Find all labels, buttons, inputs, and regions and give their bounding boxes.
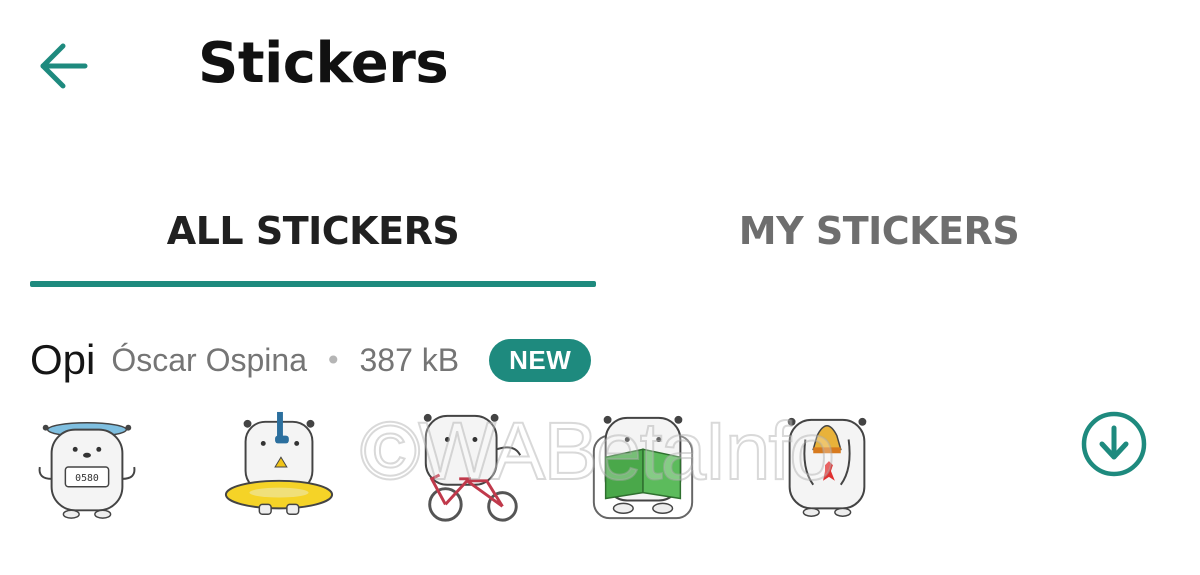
new-badge: NEW [489, 338, 592, 382]
tab-all-stickers[interactable]: ALL STICKERS [30, 175, 596, 287]
page-title: Stickers [198, 31, 449, 96]
tab-selected-indicator [30, 281, 596, 287]
sticker-bear-bell-ears [787, 417, 867, 517]
pack-size: 387 kB [359, 341, 460, 378]
tab-my-stickers[interactable]: MY STICKERS [596, 175, 1162, 287]
svg-text:0580: 0580 [75, 473, 99, 484]
arrow-left-icon [40, 43, 88, 89]
sticker-bear-bicycle [423, 413, 522, 522]
sticker-pack-row[interactable]: Opi Óscar Ospina • 387 kB NEW 0580 [0, 320, 1200, 560]
sticker-bear-reading-book [592, 415, 694, 520]
download-circle-icon [1081, 411, 1147, 477]
app-bar: Stickers [0, 0, 1200, 130]
pack-name: Opi [30, 336, 96, 383]
pack-author: Óscar Ospina [111, 341, 307, 378]
back-button[interactable] [26, 28, 102, 104]
download-button[interactable] [1078, 408, 1150, 480]
stickers-screen: Stickers ALL STICKERS MY STICKERS Opi Ós… [0, 0, 1200, 575]
tab-bar: ALL STICKERS MY STICKERS [0, 175, 1200, 287]
pack-separator: • [324, 343, 342, 377]
sticker-bear-with-scale: 0580 [38, 422, 136, 519]
pack-info: Opi Óscar Ospina • 387 kB NEW [30, 332, 592, 388]
sticker-bear-snorkel-float [224, 411, 334, 515]
